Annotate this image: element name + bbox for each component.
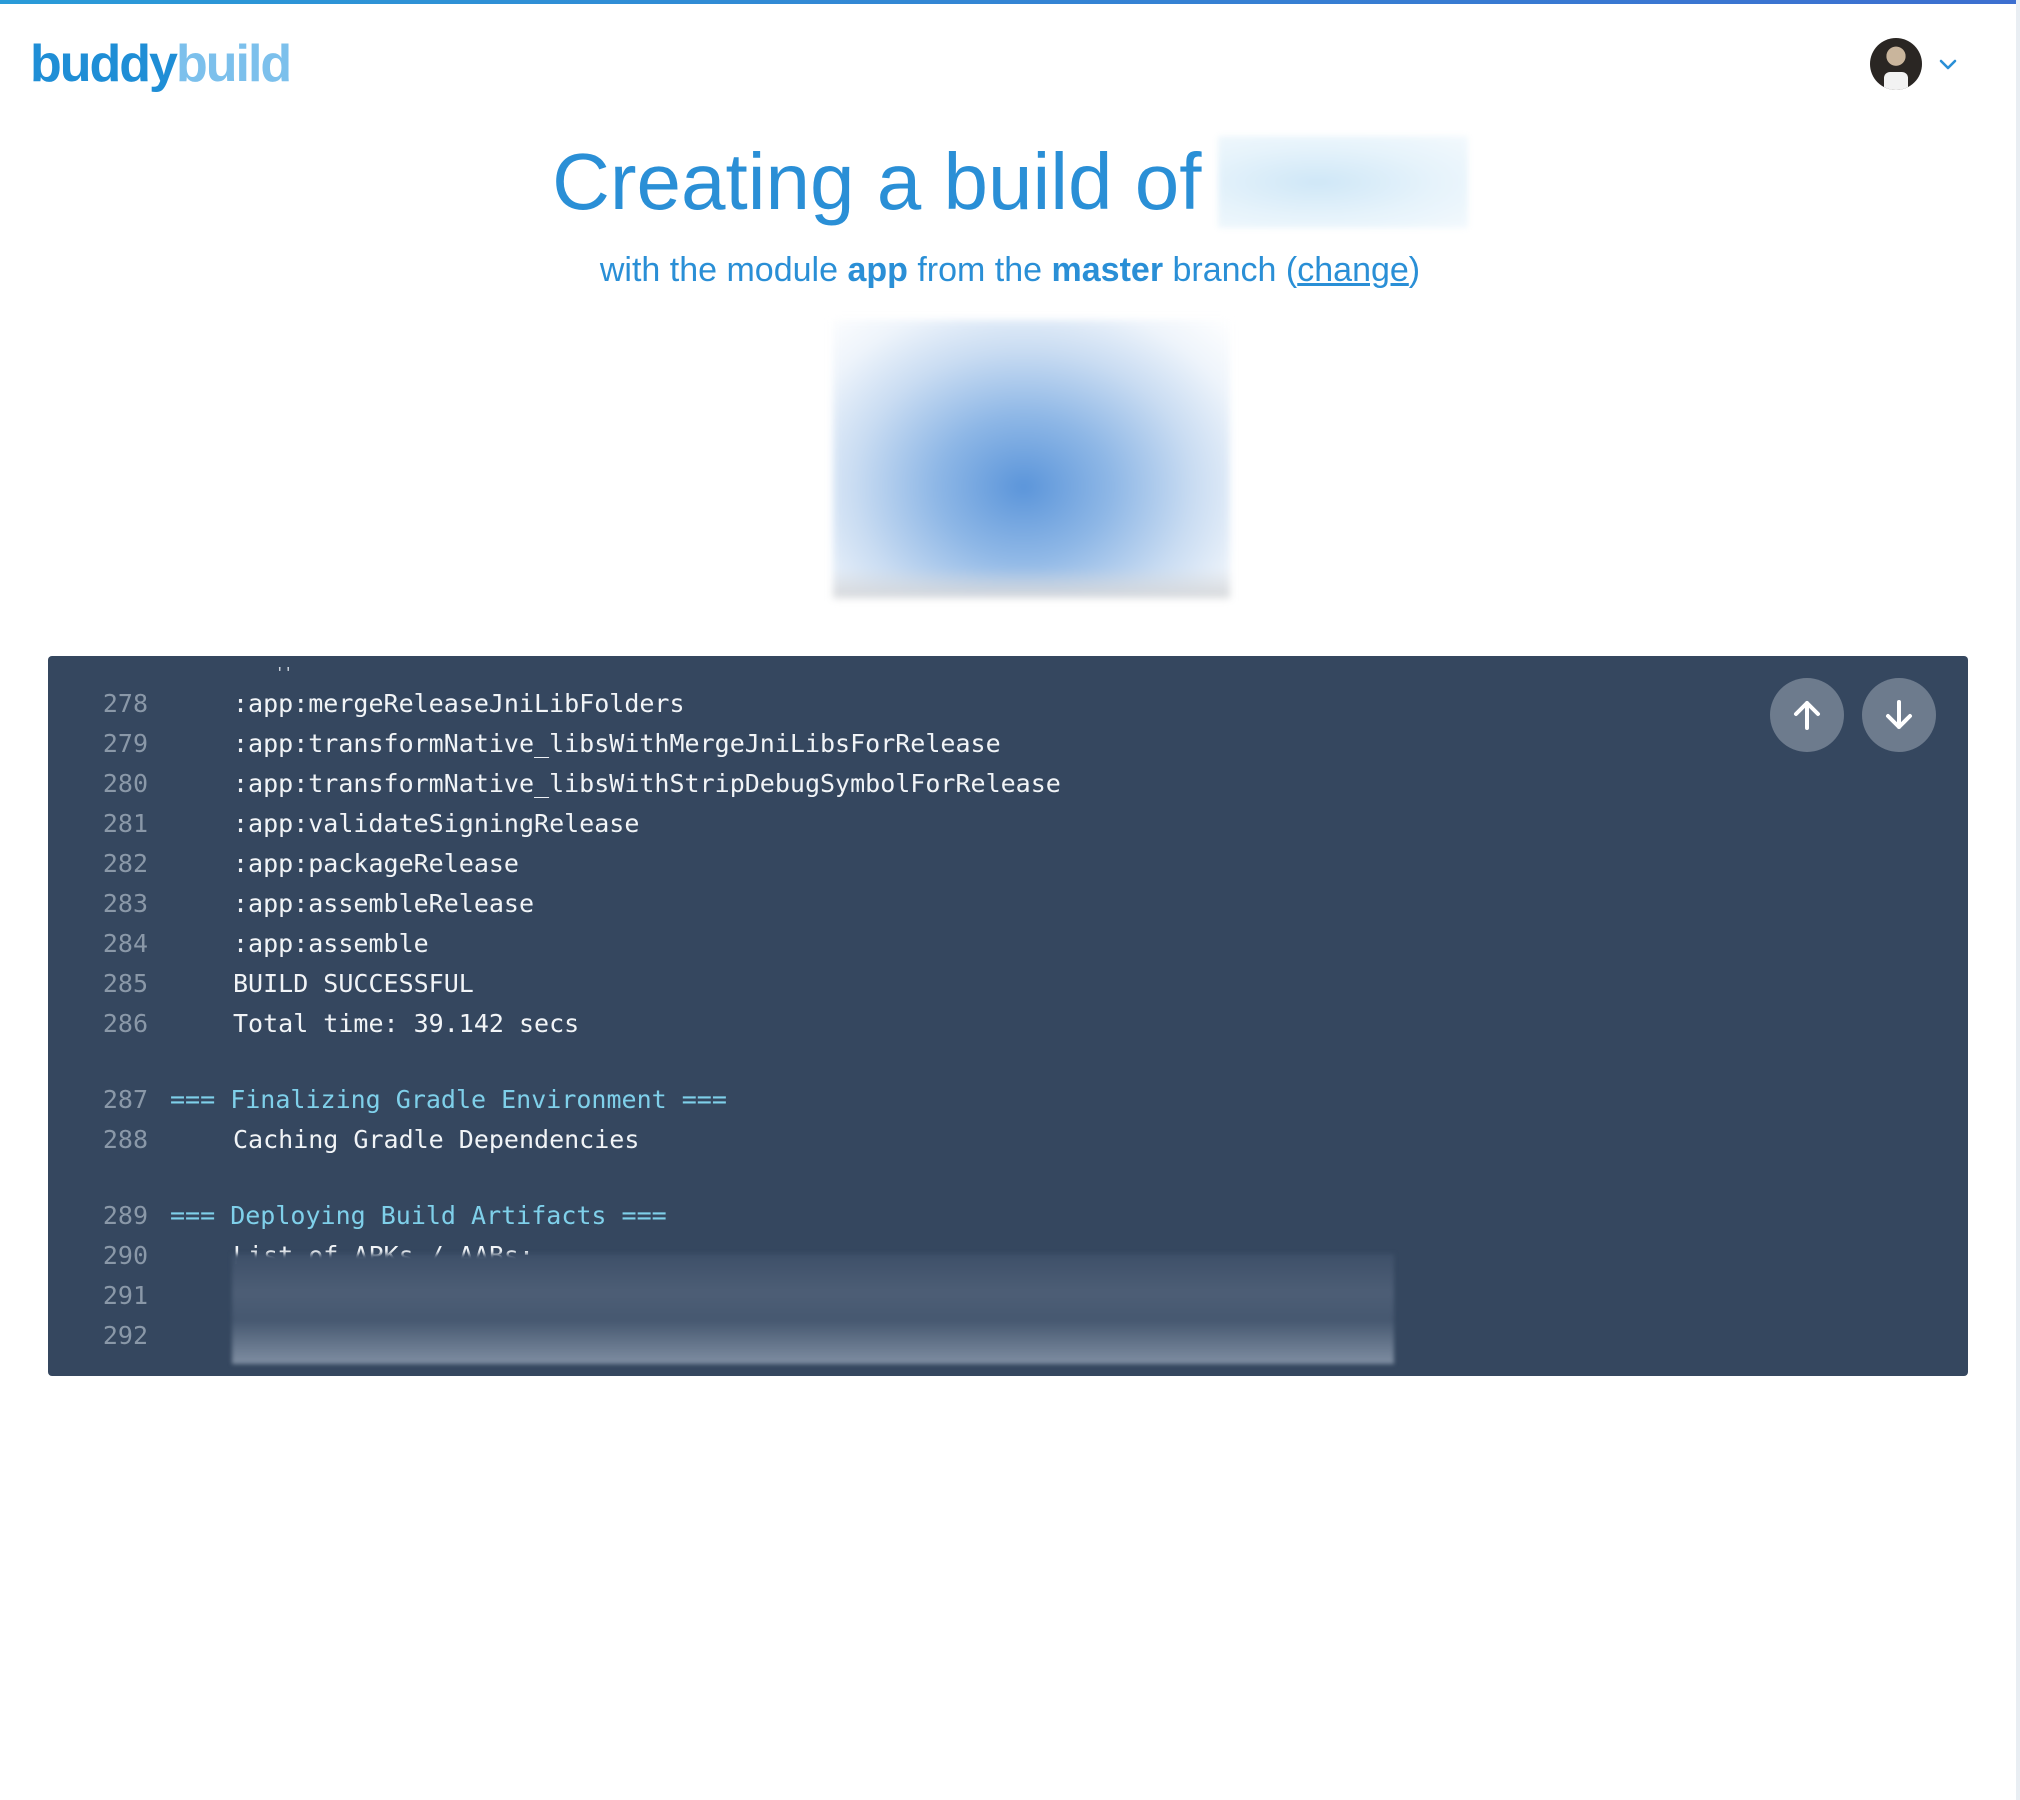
- subtitle-suffix: branch: [1172, 251, 1277, 289]
- log-line-number: 291: [102, 1281, 148, 1310]
- arrow-down-icon: [1886, 700, 1912, 729]
- user-avatar[interactable]: [1870, 38, 1922, 90]
- open-paren: (: [1285, 251, 1298, 289]
- log-section-header: 287 === Finalizing Gradle Environment ===: [48, 1080, 1968, 1120]
- log-line: 280 :app:transformNative_libsWithStripDeb…: [48, 764, 1968, 804]
- log-line-text: :app:validateSigningRelease: [233, 809, 640, 838]
- log-line-number: 281: [102, 809, 148, 838]
- artifact-list-redacted: [232, 1254, 1394, 1364]
- log-partial-line: ' ': [278, 664, 290, 684]
- log-line: 281 :app:validateSigningRelease: [48, 804, 1968, 844]
- branch-name: master: [1051, 251, 1164, 289]
- log-line-text: Caching Gradle Dependencies: [233, 1125, 640, 1154]
- scroll-to-bottom-button[interactable]: [1862, 678, 1936, 752]
- logo-text-build: build: [175, 35, 292, 93]
- log-line-text: Total time: 39.142 secs: [233, 1009, 580, 1038]
- log-line: 284 :app:assemble: [48, 924, 1968, 964]
- arrow-up-icon: [1794, 701, 1820, 730]
- log-line: 278 :app:mergeReleaseJniLibFolders: [48, 684, 1968, 724]
- log-line-number: 288: [102, 1125, 148, 1154]
- scroll-to-top-button[interactable]: [1770, 678, 1844, 752]
- log-line-number: 284: [102, 929, 148, 958]
- log-line-text: BUILD SUCCESSFUL: [233, 969, 474, 998]
- chevron-down-icon[interactable]: [1938, 54, 1958, 74]
- log-line: 283 :app:assembleRelease: [48, 884, 1968, 924]
- user-menu[interactable]: [1870, 38, 1958, 90]
- log-line-number: 292: [102, 1321, 148, 1350]
- page-title-row: Creating a build of: [0, 132, 2020, 232]
- log-line: 286 Total time: 39.142 secs: [48, 1004, 1968, 1044]
- log-line-number: 278: [102, 689, 148, 718]
- log-line-text: === Deploying Build Artifacts ===: [170, 1201, 667, 1230]
- log-line: 285 BUILD SUCCESSFUL: [48, 964, 1968, 1004]
- buddybuild-logo[interactable]: buddybuild: [30, 34, 292, 94]
- project-name-redacted: [1217, 136, 1468, 228]
- build-subtitle: with the module app from the master bran…: [0, 248, 2020, 292]
- subtitle-middle: from the: [917, 251, 1043, 289]
- log-line-text: :app:assembleRelease: [233, 889, 535, 918]
- log-line-number: 287: [102, 1085, 148, 1114]
- log-section-header: 289 === Deploying Build Artifacts ===: [48, 1196, 1968, 1236]
- log-line: 279 :app:transformNative_libsWithMergeJni…: [48, 724, 1968, 764]
- log-line: 282 :app:packageRelease: [48, 844, 1968, 884]
- change-link[interactable]: change: [1297, 251, 1409, 289]
- log-line-text: :app:transformNative_libsWithMergeJniLib…: [233, 729, 1001, 758]
- log-line-number: 279: [102, 729, 148, 758]
- log-line-number: 286: [102, 1009, 148, 1038]
- log-line-text: :app:mergeReleaseJniLibFolders: [233, 689, 685, 718]
- log-line-text: :app:transformNative_libsWithStripDebugS…: [233, 769, 1061, 798]
- close-paren: ): [1408, 251, 1421, 289]
- log-line-number: 285: [102, 969, 148, 998]
- top-accent-bar: [0, 0, 2020, 4]
- log-line-number: 289: [102, 1201, 148, 1230]
- log-line-number: 280: [102, 769, 148, 798]
- log-line-text: === Finalizing Gradle Environment ===: [170, 1085, 727, 1114]
- page-title: Creating a build of: [552, 137, 1202, 226]
- log-line-number: 290: [102, 1241, 148, 1270]
- subtitle-prefix: with the module: [599, 251, 838, 289]
- log-line-text: :app:packageRelease: [233, 849, 519, 878]
- logo-text-buddy: buddy: [30, 35, 178, 93]
- app-icon-redacted: [833, 320, 1230, 598]
- log-line-number: 282: [102, 849, 148, 878]
- log-line-text: :app:assemble: [233, 929, 429, 958]
- log-line-number: 283: [102, 889, 148, 918]
- module-name: app: [847, 251, 908, 289]
- log-line: 288 Caching Gradle Dependencies: [48, 1120, 1968, 1160]
- build-log-panel[interactable]: ' ' 278 :app:mergeReleaseJniLibFolders 279…: [48, 656, 1968, 1376]
